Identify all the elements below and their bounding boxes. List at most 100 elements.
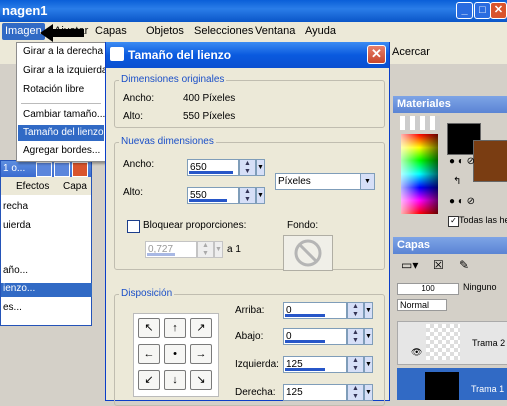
top-slider-bar[interactable]	[285, 314, 325, 317]
ratio-spinner[interactable]: ▲ ▼	[197, 241, 214, 258]
right-label: Derecha:	[235, 387, 276, 398]
menu-ventana[interactable]: Ventana	[255, 25, 295, 37]
bottom-slider-bar[interactable]	[285, 340, 325, 343]
maximize-icon[interactable]	[54, 162, 70, 177]
height-input[interactable]: 550	[187, 187, 239, 204]
close-icon[interactable]: ✕	[490, 2, 507, 19]
list-item[interactable]: recha	[3, 201, 28, 212]
left-input[interactable]: 125	[283, 356, 347, 373]
top-input[interactable]: 0	[283, 302, 347, 319]
all-tools-label: Todas las her	[459, 215, 507, 225]
left-dropdown-arrow[interactable]: ▼	[364, 356, 373, 373]
anchor-top[interactable]: ↑	[164, 318, 186, 338]
lock-ratio-checkbox[interactable]	[127, 220, 140, 233]
bottom-dropdown-arrow[interactable]: ▼	[364, 328, 373, 345]
menu-item-canvas-size[interactable]: Tamaño del lienzo...	[18, 125, 112, 141]
maximize-icon[interactable]: □	[474, 2, 491, 19]
blend-mode-select[interactable]: Normal	[397, 299, 447, 311]
top-spinner[interactable]: ▲ ▼	[347, 302, 364, 319]
layer-row-trama1[interactable]: Trama 1	[397, 368, 507, 400]
original-width-label: Ancho:	[123, 93, 155, 104]
anchor-right[interactable]: →	[190, 344, 212, 364]
layer-row-trama2[interactable]: Trama 2	[397, 321, 507, 365]
layout-group: Disposición ↖ ↑ ↗ ← • → ↙ ↓ ↘ Arriba: 0 …	[114, 288, 385, 406]
ratio-suffix: a 1	[227, 244, 241, 255]
right-input[interactable]: 125	[283, 384, 347, 401]
materials-title: Materiales	[397, 98, 451, 110]
lock-ratio-label: Bloquear proporciones:	[143, 220, 247, 231]
menu-capa[interactable]: Capa	[63, 181, 87, 192]
minimize-icon[interactable]	[36, 162, 52, 177]
menu-capas[interactable]: Capas	[95, 25, 127, 37]
blend-range-field[interactable]: Ninguno	[463, 282, 497, 292]
new-layer-icon[interactable]: ▭▾	[401, 258, 418, 272]
list-item-selected[interactable]: ienzo...	[1, 283, 92, 297]
menu-item-add-borders[interactable]: Agregar bordes...	[23, 145, 100, 156]
anchor-left[interactable]: ←	[138, 344, 160, 364]
zoom-in-button[interactable]: Acercar	[392, 46, 430, 58]
menu-item-rotate-right[interactable]: Girar a la derecha	[23, 46, 103, 57]
layer-properties-icon[interactable]: ✎	[459, 258, 469, 272]
layer-thumbnail	[425, 372, 459, 400]
menu-separator	[21, 103, 101, 104]
all-tools-checkbox[interactable]: ✓	[448, 216, 459, 227]
height-slider-bar[interactable]	[189, 199, 227, 202]
anchor-center[interactable]: •	[164, 344, 186, 364]
units-dropdown-arrow[interactable]: ▼	[360, 173, 375, 190]
anchor-top-left[interactable]: ↖	[138, 318, 160, 338]
anchor-bottom[interactable]: ↓	[164, 370, 186, 390]
minimize-icon[interactable]: _	[456, 2, 473, 19]
menu-ayuda[interactable]: Ayuda	[305, 25, 336, 37]
swatch-tabs[interactable]	[400, 116, 440, 130]
menu-item-free-rotate[interactable]: Rotación libre	[23, 84, 84, 95]
menu-efectos[interactable]: Efectos	[16, 181, 49, 192]
menu-selecciones[interactable]: Selecciones	[194, 25, 253, 37]
list-item[interactable]: es...	[3, 302, 22, 313]
bottom-spinner[interactable]: ▲ ▼	[347, 328, 364, 345]
right-spinner[interactable]: ▲ ▼	[347, 384, 364, 401]
ratio-input[interactable]: 0,727	[145, 241, 197, 258]
menu-imagen[interactable]: Imagen	[2, 23, 45, 40]
height-dropdown-arrow[interactable]: ▼	[256, 187, 265, 204]
background-color-swatch[interactable]	[473, 140, 507, 182]
width-dropdown-arrow[interactable]: ▼	[256, 159, 265, 176]
list-item[interactable]: año...	[3, 265, 28, 276]
new-dimensions-group: Nuevas dimensiones Ancho: 650 ▲ ▼ ▼ Alto:…	[114, 136, 385, 271]
anchor-bottom-right[interactable]: ↘	[190, 370, 212, 390]
close-icon[interactable]: ✕	[367, 45, 386, 64]
layers-panel: Capas ▭▾ ☒ ✎ 100 Ninguno Normal Trama 2 …	[393, 237, 507, 400]
width-slider-bar[interactable]	[189, 171, 233, 174]
height-label: Alto:	[123, 187, 144, 198]
delete-layer-icon[interactable]: ☒	[433, 258, 444, 272]
image-window-menu: Efectos Capa	[1, 177, 91, 195]
menu-item-rotate-left[interactable]: Girar a la izquierda	[23, 65, 107, 76]
anchor-bottom-left[interactable]: ↙	[138, 370, 160, 390]
texture-icons[interactable]: ● ◐ ⊘	[449, 196, 475, 207]
menu-objetos[interactable]: Objetos	[146, 25, 184, 37]
swap-colors-icon[interactable]: ↰	[453, 176, 461, 187]
visibility-eye-icon[interactable]: 👁	[411, 347, 422, 358]
list-item[interactable]: uierda	[3, 220, 31, 231]
layers-title-bar: Capas	[393, 237, 507, 254]
right-value: 125	[286, 387, 303, 398]
width-label: Ancho:	[123, 159, 155, 170]
color-picker-shade[interactable]	[401, 134, 438, 214]
close-icon[interactable]	[72, 162, 88, 177]
width-input[interactable]: 650	[187, 159, 239, 176]
anchor-grid: ↖ ↑ ↗ ← • → ↙ ↓ ↘	[133, 313, 219, 397]
left-spinner[interactable]: ▲ ▼	[347, 356, 364, 373]
height-spinner[interactable]: ▲ ▼	[239, 187, 256, 204]
background-color-swatch[interactable]	[283, 235, 333, 271]
ratio-dropdown-arrow[interactable]: ▼	[214, 241, 223, 258]
right-dropdown-arrow[interactable]: ▼	[364, 384, 373, 401]
opacity-field[interactable]: 100	[397, 283, 459, 295]
width-spinner[interactable]: ▲ ▼	[239, 159, 256, 176]
top-dropdown-arrow[interactable]: ▼	[364, 302, 373, 319]
ratio-slider-bar[interactable]	[147, 253, 175, 256]
menu-item-resize[interactable]: Cambiar tamaño...	[23, 109, 105, 120]
bottom-input[interactable]: 0	[283, 328, 347, 345]
anchor-top-right[interactable]: ↗	[190, 318, 212, 338]
left-slider-bar[interactable]	[285, 368, 325, 371]
style-icons[interactable]: ● ◐ ⊘	[449, 156, 475, 167]
image-window: 1 o... Efectos Capa recha uierda año... …	[0, 160, 92, 326]
